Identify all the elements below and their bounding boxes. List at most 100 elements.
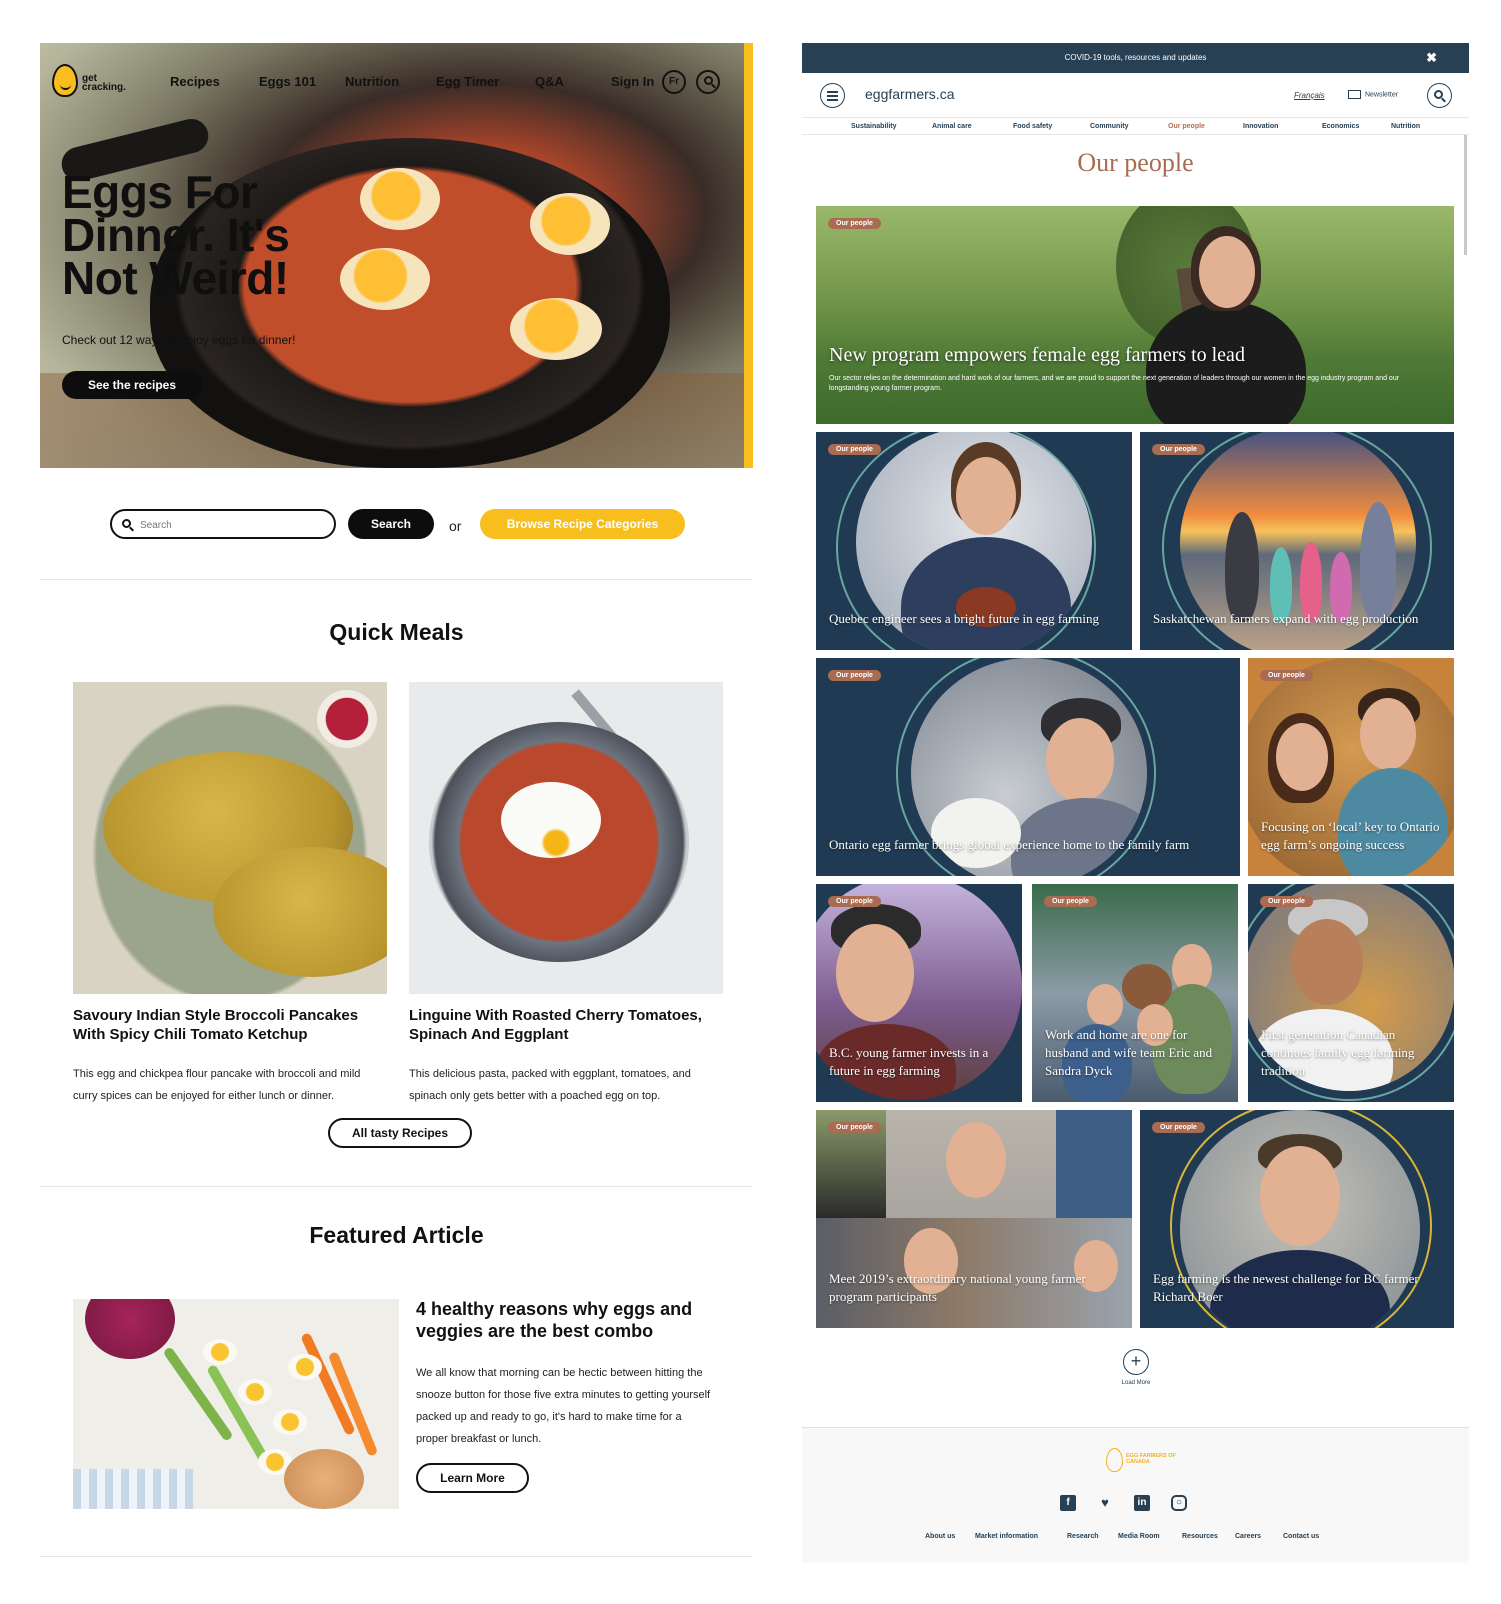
footer-logo-text[interactable]: EGG FARMERS OF CANADA [1126,1453,1176,1465]
category-tag[interactable]: Our people [828,1122,881,1133]
category-tag[interactable]: Our people [1260,670,1313,681]
subnav-our-people[interactable]: Our people [1168,123,1205,130]
article-title[interactable]: Quebec engineer sees a bright future in … [829,610,1120,628]
person-image [836,924,914,1022]
top-nav: get cracking. Recipes Eggs 101 Nutrition… [40,43,753,123]
subnav-innovation[interactable]: Innovation [1243,123,1278,130]
subnav-economics[interactable]: Economics [1322,123,1359,130]
category-tag[interactable]: Our people [1260,896,1313,907]
footer-link-resources[interactable]: Resources [1182,1533,1218,1540]
twitter-icon[interactable]: ♥ [1097,1495,1113,1511]
recipe-title[interactable]: Linguine With Roasted Cherry Tomatoes, S… [409,1006,719,1044]
article-title[interactable]: New program empowers female egg farmers … [829,344,1245,367]
egg-farmers-logo-icon[interactable] [1106,1448,1123,1472]
instagram-icon[interactable]: ○ [1171,1495,1187,1511]
footer-link-research[interactable]: Research [1067,1533,1099,1540]
learn-more-button[interactable]: Learn More [416,1463,529,1493]
load-more-label[interactable]: Load More [1108,1380,1164,1386]
menu-button[interactable] [820,83,845,108]
nav-nutrition[interactable]: Nutrition [345,74,399,89]
category-tag[interactable]: Our people [1152,444,1205,455]
ketchup-bowl-image [317,690,377,748]
facebook-icon[interactable]: f [1060,1495,1076,1511]
category-tag[interactable]: Our people [828,896,881,907]
article-card[interactable]: Our people B.C. young farmer invests in … [816,884,1022,1102]
nav-recipes[interactable]: Recipes [170,74,220,89]
hero-title: Eggs For Dinner. It's Not Weird! [62,166,290,304]
category-tag[interactable]: Our people [828,670,881,681]
all-recipes-button[interactable]: All tasty Recipes [328,1118,472,1148]
quick-meals-heading: Quick Meals [329,619,464,645]
linkedin-icon[interactable]: in [1134,1495,1150,1511]
egg-half-image [288,1354,322,1380]
nav-eggs-101[interactable]: Eggs 101 [259,74,316,89]
search-submit-button[interactable]: Search [348,509,434,539]
article-title[interactable]: Saskatchewan farmers expand with egg pro… [1153,610,1442,628]
article-card[interactable]: Our people First generation Canadian con… [1248,884,1454,1102]
article-card[interactable]: Our people Quebec engineer sees a bright… [816,432,1132,650]
article-title[interactable]: Meet 2019’s extraordinary national young… [829,1270,1120,1306]
hamburger-icon [827,99,838,101]
footer-link-contact[interactable]: Contact us [1283,1533,1319,1540]
sign-in-link[interactable]: Sign In [611,74,654,89]
egg-yolk-image [510,298,602,360]
subnav-food-safety[interactable]: Food safety [1013,123,1052,130]
article-card[interactable]: Our people Ontario egg farmer brings glo… [816,658,1240,876]
recipe-title[interactable]: Savoury Indian Style Broccoli Pancakes W… [73,1006,383,1044]
plus-icon: + [1130,1351,1142,1371]
logo-text[interactable]: get cracking. [82,74,132,93]
browse-categories-button[interactable]: Browse Recipe Categories [480,509,685,539]
category-tag[interactable]: Our people [828,444,881,455]
category-tag[interactable]: Our people [1044,896,1097,907]
language-toggle-button[interactable]: Fr [662,70,686,94]
article-title[interactable]: Work and home are one for husband and wi… [1045,1026,1226,1080]
search-button[interactable] [696,70,720,94]
search-field[interactable] [110,509,336,539]
featured-article-description: We all know that morning can be hectic b… [416,1367,711,1445]
article-card[interactable]: Our people Meet 2019’s extraordinary nat… [816,1110,1132,1328]
divider [40,1556,753,1557]
article-title[interactable]: Ontario egg farmer brings global experie… [829,836,1228,854]
featured-article-title[interactable]: 4 healthy reasons why eggs and veggies a… [416,1298,716,1342]
covid-banner[interactable]: COVID-19 tools, resources and updates ✖ [802,43,1469,73]
load-more-button[interactable]: + [1123,1349,1149,1375]
article-card[interactable]: Our people Egg farming is the newest cha… [1140,1110,1454,1328]
language-link[interactable]: Français [1294,91,1325,100]
article-card[interactable]: Our people Focusing on ‘local’ key to On… [1248,658,1454,876]
article-card[interactable]: Our people Saskatchewan farmers expand w… [1140,432,1454,650]
nav-qa[interactable]: Q&A [535,74,564,89]
subnav-animal-care[interactable]: Animal care [932,123,972,130]
footer-link-media[interactable]: Media Room [1118,1533,1160,1540]
article-title[interactable]: Focusing on ‘local’ key to Ontario egg f… [1261,818,1442,854]
article-title[interactable]: First generation Canadian continues fami… [1261,1026,1442,1080]
newsletter-link[interactable]: Newsletter [1348,90,1398,99]
article-title[interactable]: B.C. young farmer invests in a future in… [829,1044,1010,1080]
footer-link-about[interactable]: About us [925,1533,955,1540]
close-icon[interactable]: ✖ [1426,43,1437,73]
egg-yolk-image [360,168,440,230]
subnav-community[interactable]: Community [1090,123,1129,130]
featured-article-image[interactable] [73,1299,399,1509]
search-button[interactable] [1427,83,1452,108]
category-tag[interactable]: Our people [828,218,881,229]
newsletter-label: Newsletter [1365,91,1399,99]
getcracking-logo-icon[interactable] [52,64,78,97]
category-tag[interactable]: Our people [1152,1122,1205,1133]
site-logo[interactable]: eggfarmers.ca [865,86,954,102]
article-card-featured[interactable]: Our people New program empowers female e… [816,206,1454,424]
egg-half-image [238,1379,272,1405]
subnav-nutrition[interactable]: Nutrition [1391,123,1420,130]
nav-egg-timer[interactable]: Egg Timer [436,74,499,89]
search-input[interactable] [140,516,320,534]
article-card[interactable]: Our people Work and home are one for hus… [1032,884,1238,1102]
person-image [1360,698,1416,770]
recipe-image-pancakes[interactable] [73,682,387,994]
divider [40,1186,753,1187]
article-title[interactable]: Egg farming is the newest challenge for … [1153,1270,1442,1306]
see-recipes-button[interactable]: See the recipes [62,371,202,399]
footer-link-careers[interactable]: Careers [1235,1533,1261,1540]
covid-banner-text[interactable]: COVID-19 tools, resources and updates [1065,53,1207,62]
subnav-sustainability[interactable]: Sustainability [851,123,897,130]
footer-link-market[interactable]: Market information [975,1533,1038,1540]
recipe-image-linguine[interactable] [409,682,723,994]
